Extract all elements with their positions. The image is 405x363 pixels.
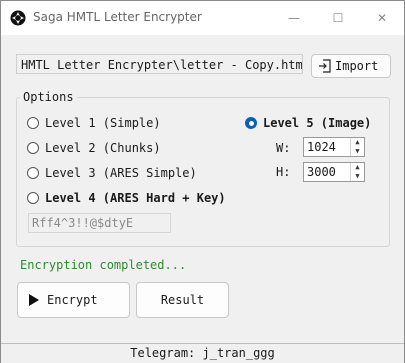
width-spinbox[interactable]: 1024 ▲ ▼ [303,137,365,157]
key-field[interactable]: Rff4^3!!@$dtyE [28,213,171,233]
radio-level-4[interactable]: Level 4 (ARES Hard + Key) [27,191,226,205]
import-label: Import [335,59,379,73]
radio-button-icon [27,117,39,129]
radio-level-3-label: Level 3 (ARES Simple) [45,166,197,180]
play-icon [29,294,39,306]
encrypt-label: Encrypt [47,293,98,307]
import-icon [319,59,331,73]
status-text: Encryption completed... [20,258,187,272]
width-value: 1024 [307,140,336,154]
radio-level-5-label: Level 5 (Image) [263,116,372,130]
footer-status-bar: Telegram: j_tran_ggg [1,343,404,363]
import-button[interactable]: Import [311,54,391,78]
minimize-button[interactable]: — [272,1,316,35]
footer-text: Telegram: j_tran_ggg [130,346,275,360]
app-logo-icon [10,10,26,26]
spin-up-icon[interactable]: ▲ [351,163,364,172]
options-legend: Options [20,90,77,104]
radio-level-5[interactable]: Level 5 (Image) [245,116,371,130]
width-label: W: [276,141,291,155]
app-window: Saga HMTL Letter Encrypter — ☐ ✕ HMTL Le… [0,0,405,363]
spin-down-icon[interactable]: ▼ [351,147,364,156]
maximize-button[interactable]: ☐ [316,1,360,35]
spin-down-icon[interactable]: ▼ [351,172,364,181]
encrypt-button[interactable]: Encrypt [17,282,130,318]
close-button[interactable]: ✕ [360,1,404,35]
height-label: H: [276,165,291,179]
radio-level-2-label: Level 2 (Chunks) [45,141,161,155]
radio-level-2[interactable]: Level 2 (Chunks) [27,141,161,155]
radio-level-4-label: Level 4 (ARES Hard + Key) [45,191,226,205]
radio-button-selected-icon [245,117,257,129]
result-button[interactable]: Result [136,282,229,318]
radio-level-1[interactable]: Level 1 (Simple) [27,116,161,130]
result-label: Result [160,293,205,307]
radio-level-3[interactable]: Level 3 (ARES Simple) [27,166,197,180]
window-title: Saga HMTL Letter Encrypter [33,10,202,24]
height-value: 3000 [307,165,336,179]
radio-button-icon [27,167,39,179]
radio-level-1-label: Level 1 (Simple) [45,116,161,130]
title-bar[interactable]: Saga HMTL Letter Encrypter — ☐ ✕ [1,1,404,35]
radio-button-icon [27,142,39,154]
radio-button-icon [27,192,39,204]
height-spinbox[interactable]: 3000 ▲ ▼ [303,162,365,182]
spin-up-icon[interactable]: ▲ [351,138,364,147]
file-path-field[interactable]: HMTL Letter Encrypter\letter - Copy.html [16,54,303,74]
